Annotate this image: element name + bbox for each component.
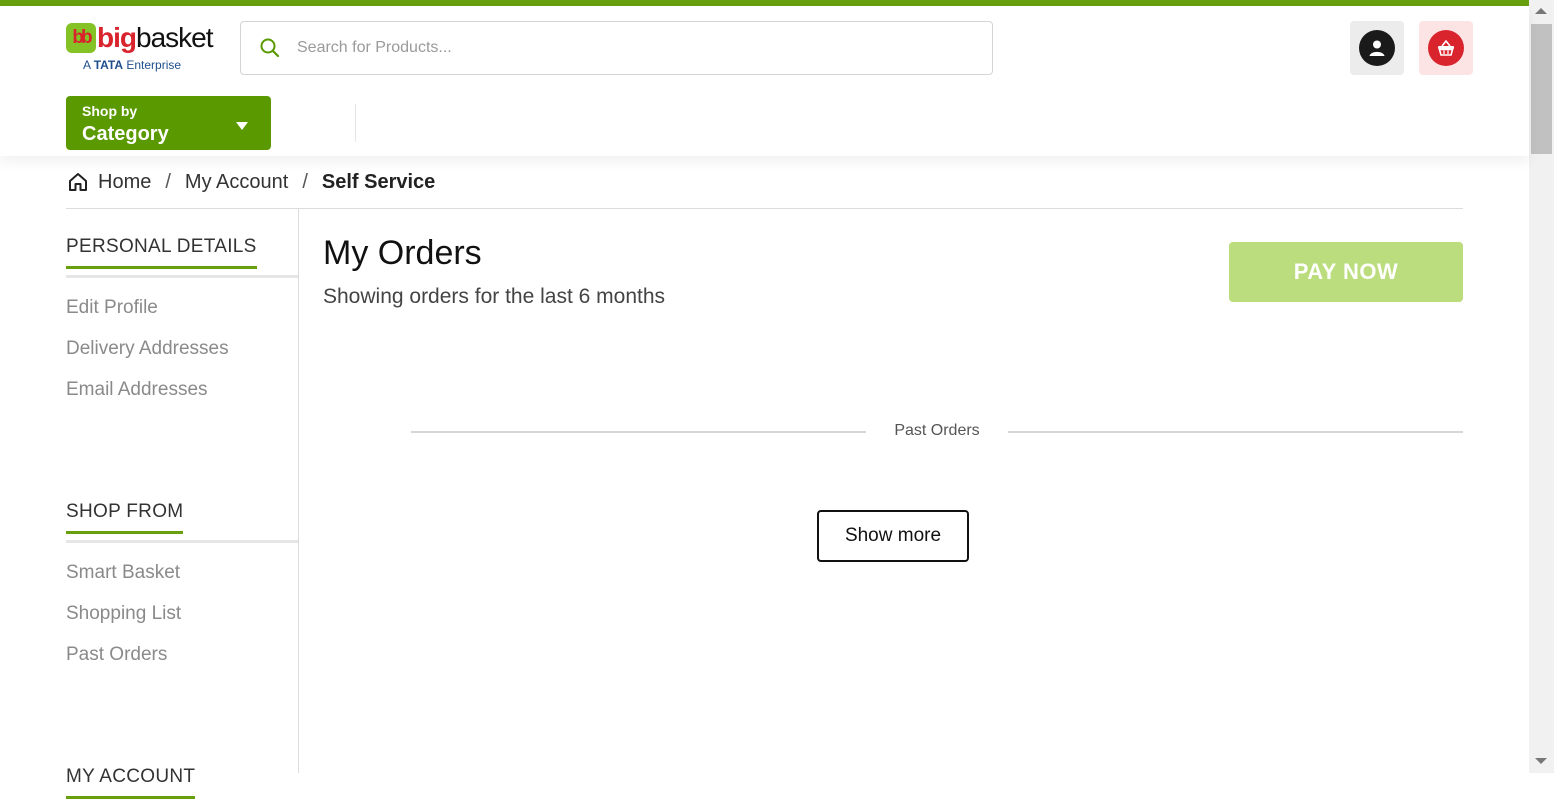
breadcrumb-my-account[interactable]: My Account — [185, 171, 288, 194]
sidebar-item-past-orders[interactable]: Past Orders — [66, 644, 167, 666]
breadcrumb-divider — [66, 208, 1463, 209]
breadcrumb-current: Self Service — [321, 170, 436, 193]
bigbasket-logo[interactable]: bb bigbasket A TATA Enterprise — [66, 22, 213, 79]
sidebar-item-shopping-list[interactable]: Shopping List — [66, 603, 181, 625]
category-label: Category — [82, 123, 169, 145]
show-more-button[interactable]: Show more — [817, 510, 969, 562]
section-underline — [66, 275, 298, 278]
sidebar-divider — [298, 209, 299, 773]
pay-now-button[interactable]: PAY NOW — [1229, 242, 1463, 302]
logo-mark: bb — [66, 23, 96, 53]
logo-word-basket: basket — [136, 22, 213, 53]
tagline-suffix: Enterprise — [126, 58, 182, 72]
breadcrumb: Home / My Account / Self Service — [66, 165, 435, 199]
sidebar-heading-my-account: MY ACCOUNT — [66, 766, 196, 799]
breadcrumb-home[interactable]: Home — [98, 171, 151, 194]
sidebar-section-my-account: MY ACCOUNT — [66, 766, 298, 799]
basket-button[interactable] — [1419, 21, 1473, 75]
scroll-up-arrow-icon[interactable] — [1535, 8, 1547, 14]
logo-wordmark: bigbasket — [97, 22, 213, 54]
tagline-brand: TATA — [93, 58, 124, 72]
logo-word-big: big — [97, 22, 137, 53]
scroll-down-arrow-icon[interactable] — [1535, 758, 1547, 764]
breadcrumb-separator: / — [302, 170, 308, 193]
site-header: bb bigbasket A TATA Enterprise Search fo… — [0, 6, 1529, 156]
past-orders-divider-right — [1008, 431, 1463, 433]
search-icon — [259, 37, 281, 59]
home-icon[interactable] — [66, 170, 90, 194]
page-title: My Orders — [323, 234, 482, 272]
breadcrumb-separator: / — [165, 170, 171, 193]
basket-icon — [1428, 30, 1464, 66]
sidebar-section-shop-from: SHOP FROM Smart Basket Shopping List Pas… — [66, 501, 298, 665]
tagline-prefix: A — [83, 58, 91, 72]
caret-down-icon — [235, 118, 249, 136]
logo-tagline: A TATA Enterprise — [83, 58, 181, 72]
sidebar-section-personal-details: PERSONAL DETAILS Edit Profile Delivery A… — [66, 236, 298, 400]
past-orders-divider-left — [411, 431, 866, 433]
account-button[interactable] — [1350, 21, 1404, 75]
past-orders-label: Past Orders — [894, 422, 980, 439]
header-divider — [355, 104, 356, 142]
search-bar — [240, 21, 993, 75]
sidebar-heading-personal-details: PERSONAL DETAILS — [66, 236, 257, 269]
sidebar-item-delivery-addresses[interactable]: Delivery Addresses — [66, 338, 229, 360]
scrollbar-thumb[interactable] — [1531, 24, 1552, 154]
shop-by-category-button[interactable]: Shop by Category — [66, 96, 271, 150]
shop-by-label: Shop by — [82, 103, 138, 119]
search-input[interactable] — [295, 22, 979, 74]
sidebar-item-smart-basket[interactable]: Smart Basket — [66, 562, 180, 584]
section-underline — [66, 540, 298, 543]
user-icon — [1359, 30, 1395, 66]
sidebar-heading-shop-from: SHOP FROM — [66, 501, 184, 534]
sidebar-item-email-addresses[interactable]: Email Addresses — [66, 379, 208, 401]
sidebar-item-edit-profile[interactable]: Edit Profile — [66, 297, 158, 319]
page-subtitle: Showing orders for the last 6 months — [323, 285, 666, 308]
